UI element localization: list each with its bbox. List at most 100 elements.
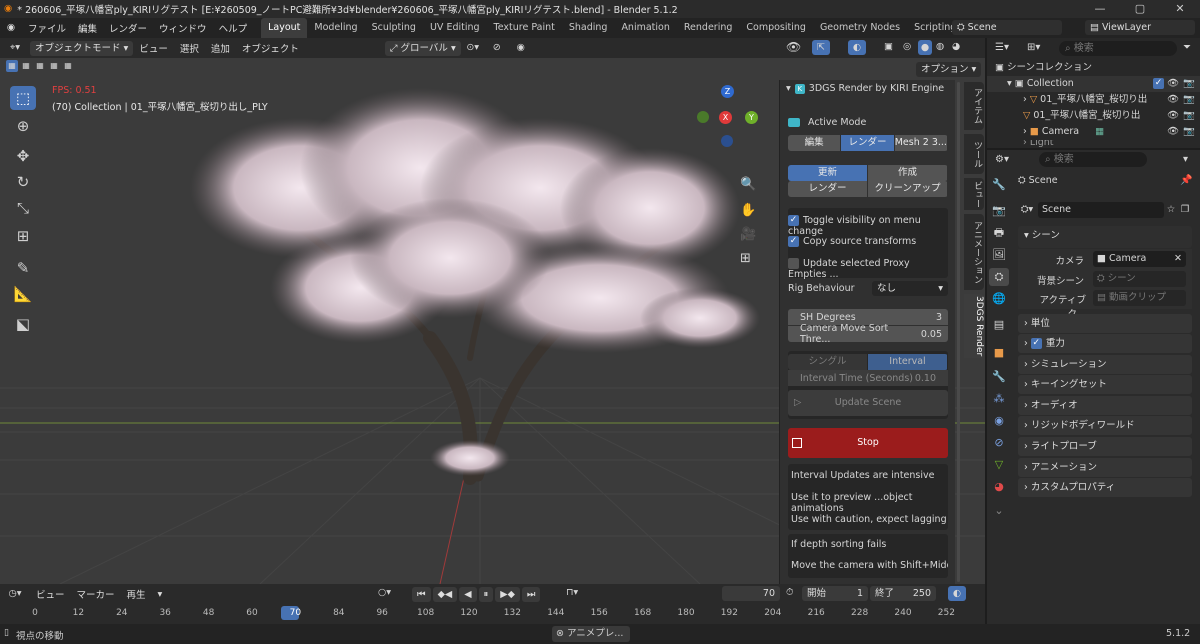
- xray-icon[interactable]: ▣: [884, 42, 893, 52]
- menu-select[interactable]: 選択: [174, 41, 205, 55]
- outliner-editor-icon[interactable]: ☰▾: [995, 43, 1009, 53]
- vtab-animation[interactable]: アニメーション: [964, 214, 984, 290]
- constraints-tab-icon[interactable]: ⊘: [989, 434, 1009, 452]
- eye-icon[interactable]: 👁: [1167, 111, 1179, 121]
- menu-add[interactable]: 追加: [205, 41, 236, 55]
- copy-transforms-checkbox[interactable]: ✓ Copy source transforms: [788, 236, 948, 253]
- tool-tab-icon[interactable]: 🔧: [989, 176, 1009, 194]
- section-keying-sets[interactable]: › キーイングセット: [1018, 375, 1192, 394]
- gizmo-y-axis[interactable]: Y: [745, 111, 758, 124]
- tab-compositing[interactable]: Compositing: [739, 18, 813, 38]
- scene-tab-icon[interactable]: ⛭: [989, 268, 1009, 286]
- select-subtract-icon[interactable]: ▦: [34, 60, 46, 72]
- orientation-selector[interactable]: ⤢ グローバル ▾: [384, 40, 461, 56]
- menu-edit[interactable]: 編集: [72, 21, 103, 35]
- animation-playback-popup[interactable]: ⊗ アニメプレ...: [552, 626, 630, 642]
- tab-interval[interactable]: Interval: [868, 354, 947, 370]
- move-tool-icon[interactable]: ✥: [10, 144, 36, 168]
- editor-type-icon[interactable]: ⌖▾: [0, 43, 30, 53]
- update-proxy-checkbox[interactable]: Update selected Proxy Empties ...: [788, 258, 948, 280]
- outliner-item[interactable]: › ▽ 01_平塚八幡宮_桜切り出 👁 📷: [987, 92, 1200, 108]
- scene-datablock[interactable]: ⛭▾ Scene ☆ ❐: [1016, 202, 1192, 218]
- outliner-search[interactable]: ⌕ 検索: [1059, 41, 1177, 56]
- vtab-view[interactable]: ビュー: [964, 178, 984, 210]
- rig-behaviour-dropdown[interactable]: なし ▾: [872, 281, 948, 296]
- material-shading-icon[interactable]: ◍: [936, 42, 944, 52]
- create-button[interactable]: 作成: [868, 165, 947, 181]
- scale-tool-icon[interactable]: ⤡: [10, 196, 36, 220]
- object-tab-icon[interactable]: ■: [989, 344, 1009, 362]
- next-keyframe-icon[interactable]: ▶◆: [495, 587, 520, 602]
- tab-sculpting[interactable]: Sculpting: [365, 18, 423, 38]
- render-camera-icon[interactable]: 📷: [1183, 111, 1195, 121]
- jump-start-icon[interactable]: ⏮: [412, 587, 431, 602]
- section-gravity[interactable]: › ✓ 重力: [1018, 334, 1192, 353]
- section-rigid-body[interactable]: › リジッドボディワールド: [1018, 416, 1192, 435]
- tab-uv-editing[interactable]: UV Editing: [423, 18, 487, 38]
- background-scene-field[interactable]: ⛭ シーン: [1093, 271, 1186, 287]
- outliner-item[interactable]: › Light: [987, 140, 1200, 148]
- gizmo-toggle-icon[interactable]: ⇱: [812, 40, 830, 55]
- gizmo-z-axis[interactable]: Z: [721, 85, 734, 98]
- select-invert-icon[interactable]: ▦: [48, 60, 60, 72]
- render-tab-icon[interactable]: 📷: [989, 202, 1009, 220]
- record-icon[interactable]: ○▾: [378, 588, 391, 598]
- particles-tab-icon[interactable]: ⁂: [989, 390, 1009, 408]
- add-cube-tool-icon[interactable]: ⬕: [10, 312, 36, 336]
- start-frame-field[interactable]: 開始 1: [802, 586, 868, 601]
- tab-shading[interactable]: Shading: [562, 18, 615, 38]
- blender-menu-icon[interactable]: ◉: [0, 23, 22, 33]
- section-units[interactable]: › 単位: [1018, 314, 1192, 333]
- zoom-icon[interactable]: 🔍: [740, 178, 756, 191]
- scene-panel-header[interactable]: ▾ シーン: [1018, 226, 1192, 248]
- minimize-button[interactable]: —: [1080, 0, 1120, 18]
- tab-single[interactable]: シングル: [788, 354, 867, 370]
- eye-icon[interactable]: 👁: [1167, 79, 1179, 89]
- close-icon[interactable]: ⊗: [556, 629, 564, 639]
- render-camera-icon[interactable]: 📷: [1183, 79, 1195, 89]
- perspective-grid-icon[interactable]: ⊞: [740, 252, 751, 265]
- scene-selector[interactable]: ⛭ Scene: [952, 20, 1062, 35]
- mode-selector[interactable]: オブジェクトモード ▾: [30, 40, 134, 56]
- tab-animation[interactable]: Animation: [614, 18, 676, 38]
- close-button[interactable]: ✕: [1160, 0, 1200, 18]
- gravity-checkbox[interactable]: ✓: [1030, 338, 1042, 349]
- pivot-icon[interactable]: ⊙▾: [461, 43, 485, 53]
- toggle-visibility-checkbox[interactable]: ✓ Toggle visibility on menu change: [788, 215, 948, 237]
- material-tab-icon[interactable]: ◕: [989, 478, 1009, 496]
- jump-end-icon[interactable]: ⏭: [521, 587, 541, 602]
- timeline-menu-playback[interactable]: 再生: [121, 587, 152, 601]
- output-tab-icon[interactable]: 🖶: [989, 224, 1009, 242]
- tab-texture-paint[interactable]: Texture Paint: [487, 18, 562, 38]
- menu-help[interactable]: ヘルプ: [213, 21, 254, 35]
- timeline-menu-marker[interactable]: マーカー: [71, 587, 121, 601]
- camera-field[interactable]: ■ Camera ✕: [1093, 251, 1186, 267]
- world-tab-icon[interactable]: 🌐: [989, 290, 1009, 308]
- section-light-probes[interactable]: › ライトプローブ: [1018, 437, 1192, 456]
- section-animation[interactable]: › アニメーション: [1018, 458, 1192, 477]
- pause-icon[interactable]: ⏸: [478, 587, 494, 602]
- pin-icon[interactable]: 📌: [1180, 176, 1192, 186]
- overlay-toggle-icon[interactable]: ◐: [848, 40, 866, 55]
- prev-keyframe-icon[interactable]: ◆◀: [432, 587, 458, 602]
- play-reverse-icon[interactable]: ◀: [459, 587, 477, 602]
- tabs-more-icon[interactable]: ⌄: [989, 502, 1009, 520]
- tab-rendering[interactable]: Rendering: [677, 18, 740, 38]
- vtab-3dgs-render[interactable]: 3DGS Render: [964, 294, 984, 358]
- end-frame-field[interactable]: 終了 250: [870, 586, 936, 601]
- include-checkbox[interactable]: ✓: [1153, 78, 1164, 89]
- annotate-tool-icon[interactable]: ✎: [10, 256, 36, 280]
- maximize-button[interactable]: ▢: [1120, 0, 1160, 18]
- select-box-icon[interactable]: ▦: [6, 60, 18, 72]
- timeline-ruler[interactable]: 0 12 24 36 48 60 70 84 96 108 120 132 144 156 168 180 19…: [0, 604, 985, 624]
- visibility-icon[interactable]: 👁: [786, 41, 801, 53]
- editor-type-icon[interactable]: ◷▾: [0, 589, 30, 599]
- section-audio[interactable]: › オーディオ: [1018, 396, 1192, 415]
- tab-modeling[interactable]: Modeling: [307, 18, 364, 38]
- sort-threshold-field[interactable]: Camera Move Sort Thre... 0.05: [788, 323, 948, 345]
- select-intersect-icon[interactable]: ▦: [62, 60, 74, 72]
- menu-object[interactable]: オブジェクト: [236, 41, 305, 55]
- sync-icon[interactable]: ◐: [948, 586, 966, 601]
- npanel-scrollbar[interactable]: [957, 82, 960, 582]
- properties-search[interactable]: ⌕ 検索: [1039, 152, 1147, 167]
